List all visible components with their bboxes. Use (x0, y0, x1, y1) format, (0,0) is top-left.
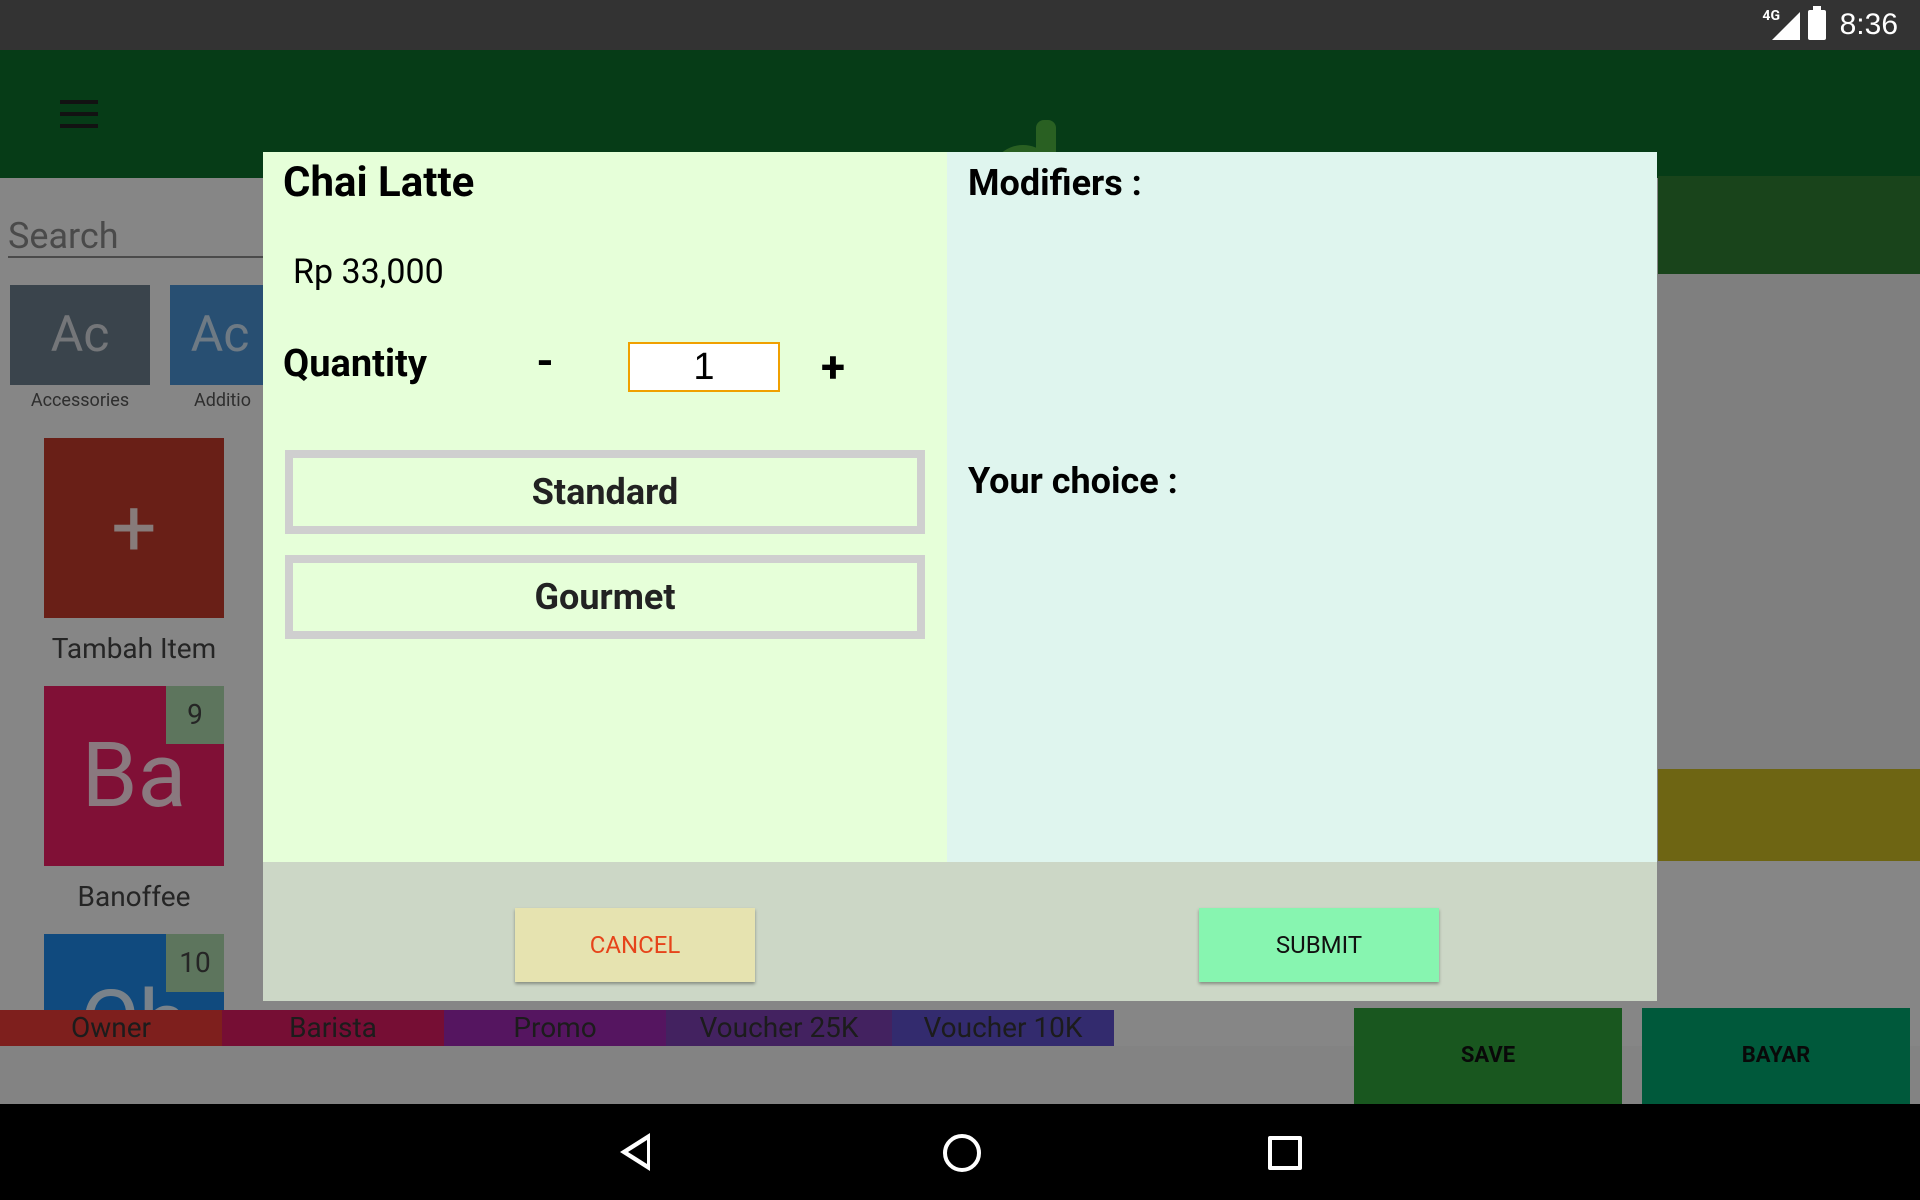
decrement-button[interactable]: - (525, 336, 565, 386)
signal-icon (1772, 12, 1800, 40)
dialog-right-panel (947, 152, 1657, 862)
home-icon[interactable] (943, 1134, 981, 1172)
item-title: Chai Latte (283, 158, 475, 207)
clock: 8:36 (1839, 8, 1898, 41)
recent-apps-icon[interactable] (1268, 1136, 1302, 1170)
back-icon-inner (628, 1140, 647, 1164)
item-price: Rp 33,000 (293, 252, 444, 292)
cancel-button[interactable]: CANCEL (515, 908, 755, 982)
option-standard-button[interactable]: Standard (285, 450, 925, 534)
item-dialog: Chai Latte Rp 33,000 Quantity - + Standa… (263, 152, 1657, 1001)
dialog-footer (263, 862, 1657, 1001)
status-bar: 4G 8:36 (0, 0, 1920, 50)
battery-icon (1808, 6, 1826, 40)
quantity-input[interactable] (628, 342, 780, 392)
option-gourmet-button[interactable]: Gourmet (285, 555, 925, 639)
modifiers-label: Modifiers : (968, 162, 1142, 204)
submit-button[interactable]: SUBMIT (1199, 908, 1439, 982)
increment-button[interactable]: + (813, 342, 853, 392)
quantity-label: Quantity (283, 342, 428, 386)
your-choice-label: Your choice : (968, 460, 1178, 502)
